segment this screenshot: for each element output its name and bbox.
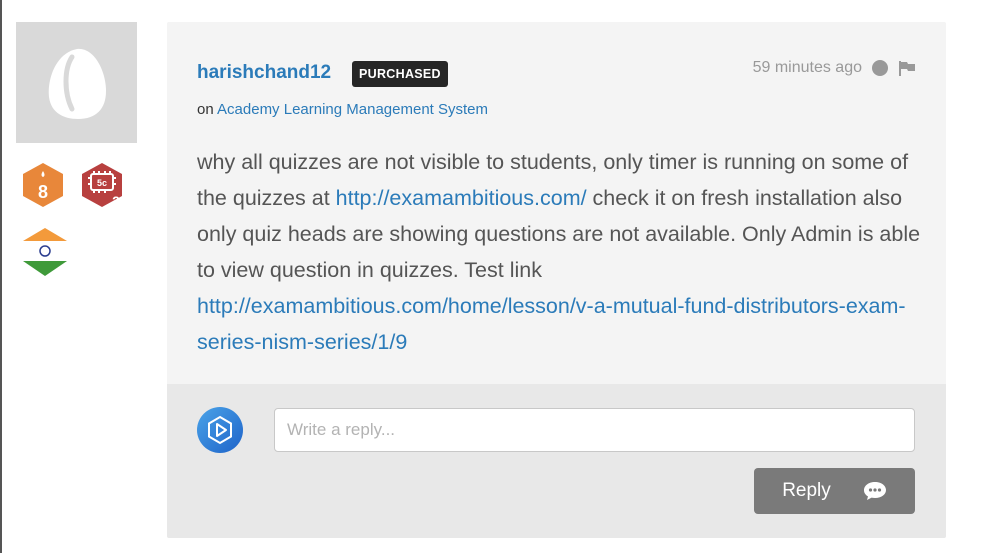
microchip-badge[interactable]: 5c 2 <box>79 162 129 217</box>
examambitious-link[interactable]: http://examambitious.com/ <box>336 186 587 210</box>
report-flag-icon[interactable] <box>898 60 916 76</box>
author-level-value: 8 <box>38 182 48 202</box>
test-lesson-link[interactable]: http://examambitious.com/home/lesson/v-a… <box>197 294 906 354</box>
comment-text: why all quizzes are not visible to stude… <box>197 144 922 360</box>
on-prefix: on <box>197 101 214 118</box>
username-link[interactable]: harishchand12 <box>197 62 331 84</box>
window-edge <box>0 0 2 553</box>
reply-button[interactable]: Reply <box>754 468 915 514</box>
comment-timestamp[interactable]: 59 minutes ago <box>753 59 862 77</box>
comment-meta: 59 minutes ago <box>753 59 916 77</box>
microchip-badge-label: 5c <box>97 178 107 188</box>
reply-input[interactable] <box>274 408 915 452</box>
author-level-badge-icon: 8 <box>23 163 63 207</box>
reply-button-label: Reply <box>782 480 831 501</box>
india-flag-icon <box>23 228 67 276</box>
author-level-badge[interactable]: 8 <box>20 162 66 213</box>
purchased-badge: PURCHASED <box>352 61 448 87</box>
country-flag <box>22 226 68 283</box>
status-dot-icon <box>872 60 888 76</box>
play-hexagon-icon <box>208 415 232 445</box>
microchip-badge-icon: 5c 2 <box>82 163 122 209</box>
comment-body: harishchand12 PURCHASED 59 minutes ago o… <box>167 22 946 384</box>
item-reference: on Academy Learning Management System <box>197 101 488 118</box>
current-user-avatar[interactable] <box>197 407 243 453</box>
comment-card: harishchand12 PURCHASED 59 minutes ago o… <box>167 22 946 538</box>
item-link[interactable]: Academy Learning Management System <box>217 101 488 118</box>
user-avatar[interactable] <box>16 22 137 143</box>
default-avatar-icon <box>48 48 106 119</box>
microchip-badge-count: 2 <box>112 193 120 209</box>
speech-bubble-icon <box>863 482 886 500</box>
